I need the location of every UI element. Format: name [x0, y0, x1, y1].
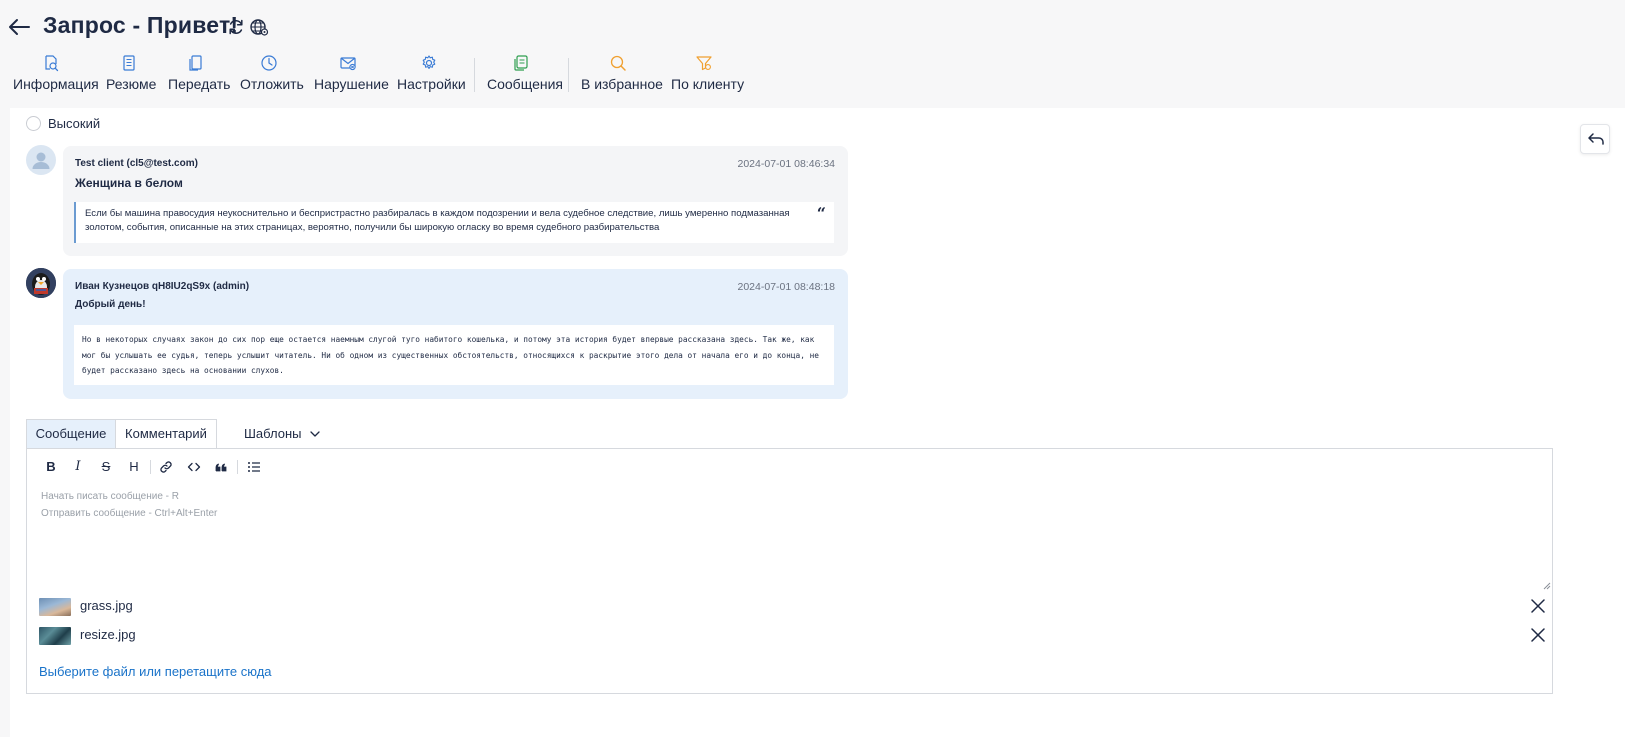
heading-button[interactable]: H [124, 458, 144, 476]
code-button[interactable] [184, 458, 204, 476]
client-message: Test client (cl5@test.com) 2024-07-01 08… [63, 146, 848, 256]
list-button[interactable] [244, 458, 264, 476]
message-body-box: Но в некоторых случаях закон до сих пор … [74, 325, 834, 385]
link-button[interactable] [156, 458, 176, 476]
quote-icon [215, 463, 227, 472]
quote-button[interactable] [211, 458, 231, 476]
reply-button[interactable] [1580, 124, 1610, 154]
toolbar-postpone-label: Отложить [240, 76, 304, 92]
admin-avatar-icon [26, 268, 56, 298]
avatar [26, 145, 56, 175]
document-search-icon [45, 55, 59, 72]
message-quote: Если бы машина правосудия неукоснительно… [74, 202, 834, 243]
message-timestamp: 2024-07-01 08:46:34 [737, 158, 836, 170]
editor-toolbar-divider [150, 460, 151, 474]
toolbar-info-label: Информация [13, 76, 99, 92]
toolbar-summary-label: Резюме [106, 76, 157, 92]
toolbar-summary-button[interactable]: Резюме [106, 52, 157, 94]
resize-handle-icon[interactable] [1543, 582, 1551, 590]
toolbar-by-client-button[interactable]: По клиенту [671, 52, 745, 94]
reply-arrow-icon [1588, 133, 1604, 145]
templates-label: Шаблоны [244, 426, 302, 441]
close-icon[interactable] [1531, 599, 1545, 613]
editor-send-hint: Отправить сообщение - Ctrl+Alt+Enter [41, 508, 218, 519]
avatar [26, 268, 56, 298]
clock-icon [261, 55, 277, 71]
search-favorite-icon [610, 55, 626, 71]
message-editor[interactable]: B I S H Начать писать сообщение - R Отпр… [26, 448, 1553, 592]
refresh-icon[interactable] [226, 17, 246, 37]
toolbar-transfer-label: Передать [168, 76, 231, 92]
toolbar-by-client-label: По клиенту [671, 76, 745, 92]
tab-message[interactable]: Сообщение [26, 419, 116, 449]
admin-message: Иван Кузнецов qH8IU2qS9x (admin) 2024-07… [63, 269, 848, 399]
toolbar-info-button[interactable]: Информация [13, 52, 99, 94]
toolbar-favorite-label: В избранное [581, 76, 663, 92]
ticket-content: Высокий Test client (cl5@test.com) 2024-… [10, 108, 1625, 737]
priority-radio[interactable] [26, 116, 41, 131]
strikethrough-button[interactable]: S [96, 458, 116, 476]
page-header: Запрос - Привет! Информация Резюме Перед… [0, 0, 1625, 108]
editor-toolbar-divider [237, 460, 238, 474]
transfer-icon [189, 55, 202, 71]
message-body: Но в некоторых случаях закон до сих пор … [82, 335, 819, 375]
toolbar-messages-button[interactable]: Сообщения [487, 52, 563, 94]
message-timestamp: 2024-07-01 08:48:18 [737, 281, 836, 293]
message-author: Test client (cl5@test.com) [75, 158, 198, 169]
toolbar-violation-label: Нарушение [314, 76, 389, 92]
toolbar-transfer-button[interactable]: Передать [168, 52, 231, 94]
message-subject: Женщина в белом [75, 176, 183, 190]
violation-mail-icon [339, 57, 356, 71]
attachment-filename: resize.jpg [80, 627, 136, 642]
chevron-down-icon [310, 431, 320, 437]
gear-icon [422, 55, 435, 69]
toolbar-settings-button[interactable]: Настройки [397, 52, 466, 94]
toolbar-postpone-button[interactable]: Отложить [240, 52, 304, 94]
toolbar-messages-label: Сообщения [487, 76, 563, 92]
toolbar-violation-button[interactable]: Нарушение [314, 52, 389, 94]
quote-mark-icon: “ [816, 204, 826, 223]
italic-button[interactable]: I [68, 458, 88, 476]
code-icon [187, 462, 201, 472]
bullet-list-icon [248, 462, 260, 472]
attachment-thumbnail [39, 598, 71, 616]
tab-comment[interactable]: Комментарий [115, 419, 217, 449]
attachment-thumbnail [39, 627, 71, 645]
user-placeholder-icon [32, 152, 50, 169]
attachments-panel: grass.jpg resize.jpg Выберите файл или п… [26, 591, 1553, 694]
message-author: Иван Кузнецов qH8IU2qS9x (admin) [75, 281, 250, 292]
page-title: Запрос - Привет! [43, 12, 239, 38]
toolbar-settings-label: Настройки [397, 76, 466, 92]
priority-label: Высокий [48, 116, 101, 131]
attachment-item: resize.jpg [39, 626, 1554, 646]
attachment-filename: grass.jpg [80, 598, 133, 613]
editor-placeholder-hint: Начать писать сообщение - R [41, 491, 180, 502]
message-body: Если бы машина правосудия неукоснительно… [85, 208, 790, 233]
templates-dropdown[interactable]: Шаблоны [244, 426, 320, 441]
toolbar-favorite-button[interactable]: В избранное [581, 52, 663, 94]
bold-button[interactable]: B [41, 458, 61, 476]
toolbar-divider [474, 58, 475, 92]
link-icon [160, 461, 172, 473]
toolbar-divider [568, 58, 569, 92]
attachment-item: grass.jpg [39, 597, 1554, 617]
client-filter-icon [696, 56, 712, 71]
back-arrow-icon[interactable] [6, 14, 32, 40]
globe-settings-icon[interactable] [249, 17, 269, 37]
summary-icon [123, 55, 135, 71]
close-icon[interactable] [1531, 628, 1545, 642]
message-subject: Добрый день! [75, 299, 146, 310]
messages-icon [513, 55, 528, 71]
file-upload-link[interactable]: Выберите файл или перетащите сюда [39, 664, 272, 679]
